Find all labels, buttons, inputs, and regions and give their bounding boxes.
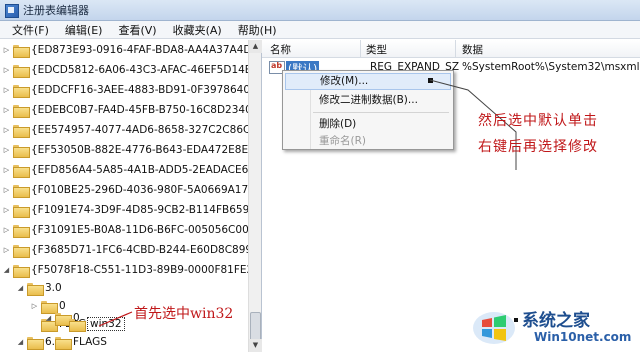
- tree-item[interactable]: ▷ {EDEBC0B7-FA4D-45FB-B750-16C8D2340AE8}: [2, 100, 262, 120]
- column-divider[interactable]: [360, 40, 361, 58]
- column-header-type[interactable]: 类型: [366, 42, 387, 57]
- folder-icon: [13, 164, 30, 178]
- tree-item[interactable]: ▷ {EDCD5812-6A06-43C3-AFAC-46EF5D14E22C}: [2, 60, 262, 80]
- menu-item-rename: 重命名(R): [319, 135, 366, 147]
- column-divider[interactable]: [455, 40, 456, 58]
- expand-icon[interactable]: ▷: [2, 46, 11, 54]
- tree-scrollbar[interactable]: ▲ ▼: [248, 40, 262, 352]
- menu-view[interactable]: 查看(V): [110, 22, 164, 38]
- list-header: 名称 类型 数据: [262, 40, 640, 58]
- tree-item-label: {F5078F18-C551-11D3-89B9-0000F81FE221}: [31, 264, 262, 276]
- folder-icon: [55, 336, 72, 350]
- folder-icon: [13, 204, 30, 218]
- tree-item[interactable]: ◢ 3.0: [16, 278, 62, 298]
- menu-bar: 文件(F) 编辑(E) 查看(V) 收藏夹(A) 帮助(H): [0, 21, 640, 39]
- menu-help[interactable]: 帮助(H): [230, 22, 285, 38]
- annotation-step2-line2: 右键后再选择修改: [478, 139, 598, 155]
- tree-item-label: FLAGS: [73, 336, 107, 348]
- tree-item-label: {ED873E93-0916-4FAF-BDA8-AA4A37A4D94C}: [31, 44, 262, 56]
- folder-icon: [13, 224, 30, 238]
- menu-item-delete[interactable]: 删除(D): [285, 116, 451, 133]
- value-data: %SystemRoot%\System32\msxml6.dll: [462, 61, 640, 73]
- tree-item[interactable]: ▷ {F31091E5-B0A8-11D6-B6FC-005056C00008}: [2, 220, 262, 240]
- tree-item-label: {F3685D71-1FC6-4CBD-B244-E60D8C89990B}: [31, 244, 262, 256]
- menu-file[interactable]: 文件(F): [4, 22, 57, 38]
- annotation-step1: 首先选中win32: [134, 306, 234, 322]
- folder-icon: [13, 184, 30, 198]
- folder-icon: [69, 318, 86, 332]
- tree-item-win32[interactable]: win32: [58, 314, 125, 334]
- folder-open-icon: [27, 282, 44, 296]
- expand-icon[interactable]: ▷: [2, 226, 11, 234]
- folder-icon: [13, 124, 30, 138]
- scroll-up-icon[interactable]: ▲: [249, 40, 262, 53]
- folder-icon: [13, 84, 30, 98]
- folder-icon: [13, 144, 30, 158]
- tree-item[interactable]: ▷ {EFD856A4-5A85-4A1B-ADD5-2EADACE6F6A2}: [2, 160, 262, 180]
- window-title: 注册表编辑器: [23, 4, 89, 17]
- tree-item-label: {EFD856A4-5A85-4A1B-ADD5-2EADACE6F6A2}: [31, 164, 262, 176]
- expand-icon[interactable]: ▷: [2, 146, 11, 154]
- expand-icon[interactable]: ▷: [2, 246, 11, 254]
- menu-favorites[interactable]: 收藏夹(A): [165, 22, 230, 38]
- collapse-icon[interactable]: ◢: [44, 314, 53, 322]
- expand-icon[interactable]: ▷: [2, 206, 11, 214]
- tree-item[interactable]: ▷ {EF53050B-882E-4776-B643-EDA472E8E3F2}: [2, 140, 262, 160]
- expand-icon[interactable]: ▷: [2, 106, 11, 114]
- annotation-step2-line1: 然后选中默认单击: [478, 113, 598, 129]
- scroll-down-icon[interactable]: ▼: [249, 339, 262, 352]
- collapse-icon[interactable]: ◢: [16, 338, 25, 346]
- title-bar: 注册表编辑器: [0, 0, 640, 21]
- folder-open-icon: [13, 264, 30, 278]
- tree-item-label: {EDEBC0B7-FA4D-45FB-B750-16C8D2340AE8}: [31, 104, 262, 116]
- watermark-url: Win10net.com: [534, 330, 632, 344]
- tree-item[interactable]: FLAGS: [44, 332, 107, 352]
- expand-icon[interactable]: ▷: [2, 186, 11, 194]
- watermark: 系统之家 Win10net.com: [472, 300, 640, 352]
- tree-item[interactable]: ▷ {F1091E74-3D9F-4D85-9CB2-B114FB659558}: [2, 200, 262, 220]
- tree-item-label: {F31091E5-B0A8-11D6-B6FC-005056C00008}: [31, 224, 262, 236]
- windows-logo-icon: [473, 312, 515, 344]
- tree-item-label: 3.0: [45, 282, 62, 294]
- folder-open-icon: [27, 336, 44, 350]
- tree-item-label: {EE574957-4077-4AD6-8658-327C2C86C5AA}: [31, 124, 262, 136]
- tree-item[interactable]: ▷ {F3685D71-1FC6-4CBD-B244-E60D8C89990B}: [2, 240, 262, 260]
- watermark-title: 系统之家: [522, 311, 590, 331]
- expand-icon[interactable]: ▷: [2, 166, 11, 174]
- regedit-app-icon: [4, 3, 19, 18]
- expand-icon[interactable]: ▷: [2, 66, 11, 74]
- tree-item-label: {EDDCFF16-3AEE-4883-BD91-0F3978640DFB}: [31, 84, 262, 96]
- expand-icon[interactable]: ▷: [30, 302, 39, 310]
- menu-item-modify-binary[interactable]: 修改二进制数据(B)...: [285, 92, 451, 109]
- context-menu: 修改(M)... 修改二进制数据(B)... 删除(D) 重命名(R): [282, 70, 454, 150]
- tree-item-label: {EDCD5812-6A06-43C3-AFAC-46EF5D14E22C}: [31, 64, 262, 76]
- folder-icon: [13, 64, 30, 78]
- expand-icon[interactable]: ▷: [2, 126, 11, 134]
- tree-item-label: {EF53050B-882E-4776-B643-EDA472E8E3F2}: [31, 144, 262, 156]
- tree-item-label: {F010BE25-296D-4036-980F-5A0669A17577}: [31, 184, 262, 196]
- column-header-name[interactable]: 名称: [270, 42, 291, 57]
- folder-icon: [13, 104, 30, 118]
- expand-icon[interactable]: ▷: [2, 86, 11, 94]
- tree-item[interactable]: ▷ {F010BE25-296D-4036-980F-5A0669A17577}: [2, 180, 262, 200]
- tree-item-label: {F1091E74-3D9F-4D85-9CB2-B114FB659558}: [31, 204, 262, 216]
- folder-icon: [13, 44, 30, 58]
- tree-item[interactable]: ▷ {EE574957-4077-4AD6-8658-327C2C86C5AA}: [2, 120, 262, 140]
- menu-edit[interactable]: 编辑(E): [57, 22, 111, 38]
- collapse-icon[interactable]: ◢: [2, 266, 11, 274]
- column-header-data[interactable]: 数据: [462, 42, 483, 57]
- folder-icon: [13, 244, 30, 258]
- menu-separator: [313, 112, 449, 113]
- collapse-icon[interactable]: ◢: [16, 284, 25, 292]
- tree-item-label: win32: [87, 317, 125, 331]
- tree-item[interactable]: ▷ {EDDCFF16-3AEE-4883-BD91-0F3978640DFB}: [2, 80, 262, 100]
- tree-item[interactable]: ▷ {ED873E93-0916-4FAF-BDA8-AA4A37A4D94C}: [2, 40, 262, 60]
- tree-item[interactable]: ◢ {F5078F18-C551-11D3-89B9-0000F81FE221}: [2, 260, 262, 280]
- menu-item-modify[interactable]: 修改(M)...: [285, 73, 451, 90]
